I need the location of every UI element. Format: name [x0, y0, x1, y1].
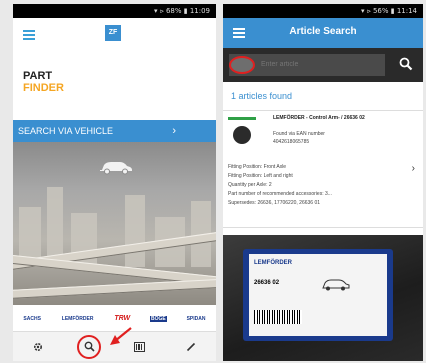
car-icon: [322, 279, 350, 291]
search-icon: [84, 341, 95, 352]
app-title: PART FINDER: [23, 70, 64, 94]
edit-icon: [186, 342, 195, 351]
product-box-photo: LEMFÖRDER 26636 02: [223, 235, 423, 361]
result-title: LEMFÖRDER - Control Arm- / 26636 02: [273, 115, 365, 121]
search-row: [223, 48, 423, 82]
detail-line: Quantity per Axle: 2: [228, 182, 272, 188]
search-icon[interactable]: [399, 57, 413, 71]
result-details: Fitting Position: Front Axle Fitting Pos…: [228, 163, 332, 208]
brand-logo: SPIDAN: [186, 315, 206, 322]
status-bar: ▾ ⪧ 68% ▮ 11:09: [13, 4, 216, 18]
detail-line: Supersedes: 26636, 17706220, 26636 01: [228, 200, 321, 206]
zf-logo: ZF: [105, 25, 121, 41]
part-thumbnail: [228, 117, 256, 151]
left-phone-screen: ▾ ⪧ 68% ▮ 11:09 ZF PART FINDER SEARCH VI…: [13, 4, 216, 361]
product-box: LEMFÖRDER 26636 02: [243, 249, 393, 341]
app-title-line2: FINDER: [23, 82, 64, 94]
detail-line: Part number of recommended accessories: …: [228, 191, 332, 197]
brand-logo: LEMFÖRDER: [61, 315, 94, 322]
barcode-icon: [134, 341, 146, 352]
red-arrow-annotation: [110, 327, 132, 345]
detail-line: Fitting Position: Front Axle: [228, 164, 287, 170]
search-highlight-circle: [77, 334, 102, 359]
detail-line: Fitting Position: Left and right: [228, 173, 293, 179]
ean-number: 4042618065785: [273, 139, 310, 145]
search-via-vehicle-button[interactable]: SEARCH VIA VEHICLE ›: [13, 120, 216, 142]
hamburger-menu-icon[interactable]: [23, 30, 35, 40]
result-found-via: Found via EAN number 4042618065785: [273, 130, 325, 146]
status-bar: ▾ ⪧ 56% ▮ 11:14: [223, 4, 423, 18]
search-result-card[interactable]: LEMFÖRDER - Control Arm- / 26636 02 Foun…: [223, 111, 423, 228]
settings-nav-button[interactable]: [13, 332, 64, 361]
barcode-graphic: [254, 310, 302, 324]
right-phone-screen: ▾ ⪧ 56% ▮ 11:14 Article Search 1 article…: [223, 4, 423, 361]
car-icon: [100, 162, 132, 175]
product-label: LEMFÖRDER 26636 02: [249, 254, 387, 336]
found-via-text: Found via EAN number: [273, 131, 325, 137]
hero-image: [13, 142, 216, 305]
chevron-right-icon: ›: [411, 163, 415, 174]
app-bar: ZF: [13, 18, 216, 52]
screenshot-stage: ▾ ⪧ 68% ▮ 11:09 ZF PART FINDER SEARCH VI…: [0, 0, 426, 363]
brand-logo: SACHS: [23, 315, 41, 322]
chevron-right-icon: ›: [172, 125, 176, 137]
label-brand: LEMFÖRDER: [254, 260, 292, 266]
search-via-vehicle-label: SEARCH VIA VEHICLE: [18, 126, 114, 136]
app-title-line1: PART: [23, 70, 53, 82]
settings-icon: [34, 342, 43, 351]
scan-button-highlighted[interactable]: [229, 56, 255, 74]
brand-logo: BOGE: [150, 315, 167, 322]
label-part-number: 26636 02: [254, 280, 280, 286]
brand-logo: TRW: [114, 315, 131, 322]
app-bar: Article Search: [223, 18, 423, 48]
results-count: 1 articles found: [223, 82, 423, 111]
edit-nav-button[interactable]: [165, 332, 216, 361]
page-title: Article Search: [289, 26, 357, 37]
